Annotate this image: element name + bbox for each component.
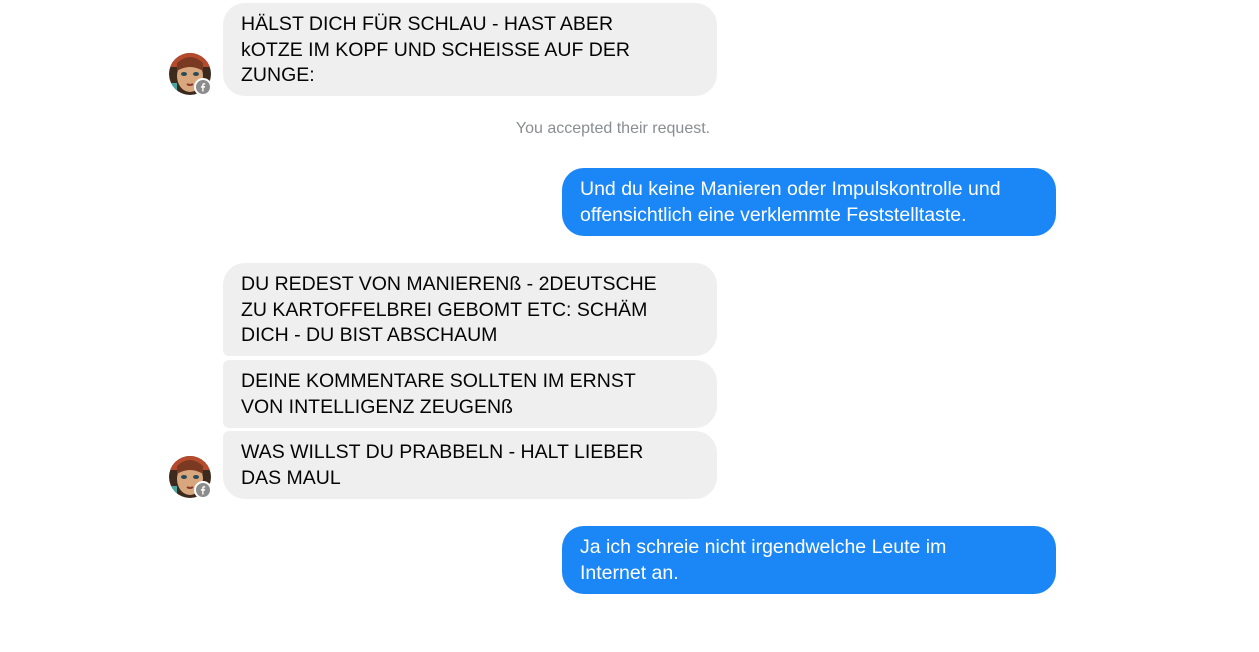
- facebook-badge-icon: [194, 78, 212, 96]
- avatar[interactable]: [169, 53, 212, 96]
- outgoing-message[interactable]: Ja ich schreie nicht irgendwelche Leute …: [562, 526, 1056, 594]
- incoming-message[interactable]: DU REDEST VON MANIERENß - 2DEUTSCHE ZU K…: [223, 263, 717, 356]
- outgoing-message[interactable]: Und du keine Manieren oder Impulskontrol…: [562, 168, 1056, 236]
- conversation-thread: HÄLST DICH FÜR SCHLAU - HAST ABER kOTZE …: [0, 0, 1259, 652]
- request-accepted-status: You accepted their request.: [515, 120, 711, 137]
- avatar[interactable]: [169, 456, 212, 499]
- incoming-message[interactable]: WAS WILLST DU PRABBELN - HALT LIEBER DAS…: [223, 431, 717, 499]
- incoming-message[interactable]: DEINE KOMMENTARE SOLLTEN IM ERNST VON IN…: [223, 360, 717, 428]
- facebook-badge-icon: [194, 481, 212, 499]
- incoming-message[interactable]: HÄLST DICH FÜR SCHLAU - HAST ABER kOTZE …: [223, 3, 717, 96]
